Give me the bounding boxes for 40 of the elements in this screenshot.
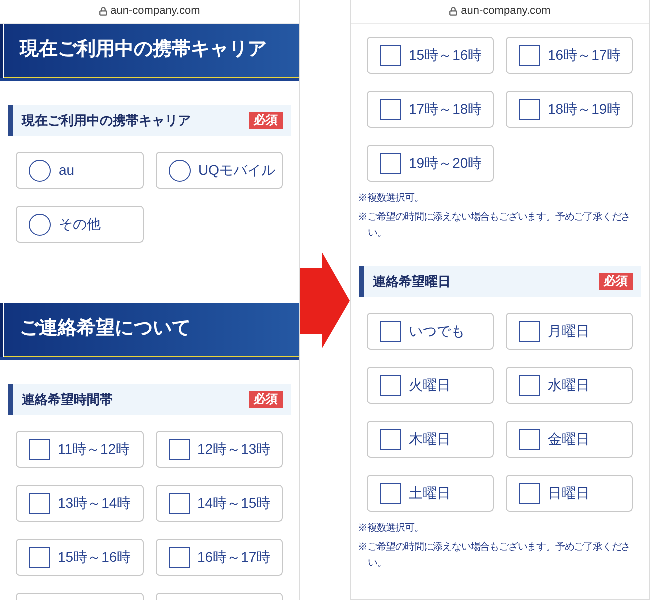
field-label: 現在ご利用中の携帯キャリア bbox=[22, 112, 191, 130]
checkbox-option[interactable]: 16時～17時 bbox=[156, 539, 283, 576]
radio-option[interactable]: その他 bbox=[16, 206, 144, 243]
checkbox-option[interactable]: 火曜日 bbox=[367, 367, 494, 404]
note-text: ※複数選択可。 bbox=[358, 192, 425, 206]
checkbox-option[interactable]: 15時～16時 bbox=[367, 37, 494, 74]
checkbox-option[interactable]: 月曜日 bbox=[506, 313, 633, 350]
checkbox-option[interactable]: 土曜日 bbox=[367, 475, 494, 512]
field-label: 連絡希望曜日 bbox=[373, 272, 451, 291]
checkbox-option[interactable]: 木曜日 bbox=[367, 421, 494, 458]
checkbox-option[interactable] bbox=[156, 593, 283, 600]
checkbox-option[interactable]: 日曜日 bbox=[506, 475, 633, 512]
checkbox-option[interactable]: 14時～15時 bbox=[156, 485, 283, 522]
required-badge: 必須 bbox=[249, 112, 283, 129]
checkbox-option[interactable]: いつでも bbox=[367, 313, 494, 350]
required-badge: 必須 bbox=[249, 391, 283, 408]
checkbox-option[interactable]: 11時～12時 bbox=[16, 431, 144, 468]
checkbox-option[interactable]: 12時～13時 bbox=[156, 431, 283, 468]
checkbox-option[interactable]: 18時～19時 bbox=[506, 91, 633, 128]
lock-icon bbox=[98, 7, 108, 16]
banner-title: 現在ご利用中の携帯キャリア bbox=[20, 38, 267, 62]
checkbox-option[interactable]: 13時～14時 bbox=[16, 485, 144, 522]
note-text: ※複数選択可。 bbox=[358, 522, 425, 536]
note-text: ※ご希望の時間に添えない場合もございます。予めご了承ください。 bbox=[358, 540, 632, 571]
note-text: ※ご希望の時間に添えない場合もございます。予めご了承ください。 bbox=[358, 210, 632, 241]
checkbox-option[interactable]: 15時～16時 bbox=[16, 539, 144, 576]
banner-title: ご連絡希望について bbox=[20, 316, 191, 342]
checkbox-option[interactable]: 19時～20時 bbox=[367, 145, 494, 182]
checkbox-option[interactable]: 水曜日 bbox=[506, 367, 633, 404]
radio-option[interactable]: au bbox=[16, 152, 144, 189]
url-text: aun-company.com bbox=[461, 4, 551, 20]
url-text: aun-company.com bbox=[110, 4, 200, 20]
lock-icon bbox=[449, 7, 458, 16]
required-badge: 必須 bbox=[599, 273, 633, 290]
checkbox-option[interactable]: 16時～17時 bbox=[506, 37, 633, 74]
field-label: 連絡希望時間帯 bbox=[22, 390, 113, 409]
checkbox-option[interactable]: 17時～18時 bbox=[367, 91, 494, 128]
checkbox-option[interactable] bbox=[16, 593, 144, 600]
checkbox-option[interactable]: 金曜日 bbox=[506, 421, 633, 458]
radio-option[interactable]: UQモバイル bbox=[156, 152, 283, 189]
